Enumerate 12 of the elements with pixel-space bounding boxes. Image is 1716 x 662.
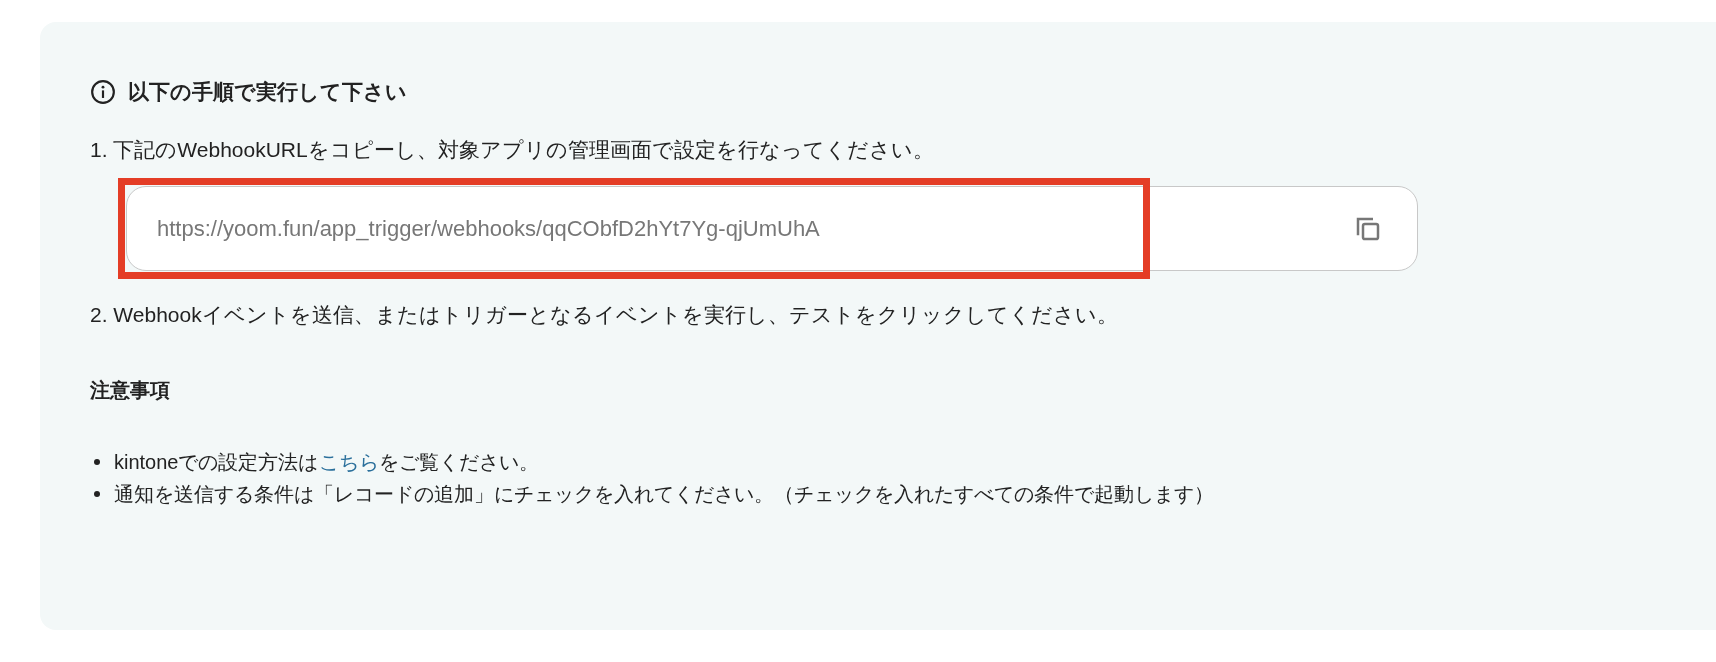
webhook-url-field[interactable]: https://yoom.fun/app_trigger/webhooks/qqCObfD2hYt7Yg-qjUmUhA bbox=[126, 186, 1418, 271]
bullet-icon bbox=[94, 459, 100, 465]
note-text: kintoneでの設定方法はこちら をご覧ください。 bbox=[114, 450, 539, 475]
instruction-heading: 以下の手順で実行して下さい bbox=[128, 79, 407, 105]
webhook-url: https://yoom.fun/app_trigger/webhooks/qqCObfD2hYt7Yg-qjUmUhA bbox=[157, 215, 820, 242]
bullet-icon bbox=[94, 491, 100, 497]
info-icon bbox=[90, 79, 116, 105]
step-text: 1. 下記のWebhookURLをコピーし、対象アプリの管理画面で設定を行なってください。 bbox=[90, 137, 935, 163]
guide-link[interactable]: こちら bbox=[318, 451, 379, 473]
step-text: 2. Webhookイベントを送信、またはトリガーとなるイベントを実行し、テストをクリックしてください。 bbox=[90, 302, 1119, 328]
notes-title: 注意事項 bbox=[90, 378, 171, 403]
note-text: 通知を送信する条件は「レコードの追加」にチェックを入れてください。（チェックを入れたすべての条件で起動します） bbox=[114, 482, 1214, 507]
